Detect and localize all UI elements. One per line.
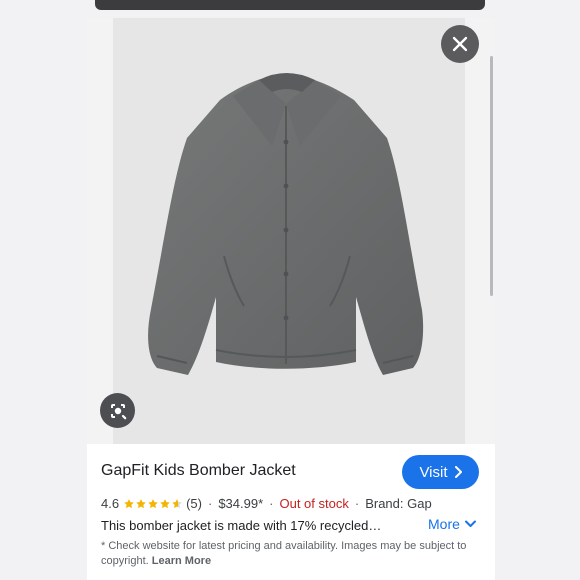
- chevron-down-icon: [464, 520, 476, 527]
- star-icon: [148, 498, 158, 508]
- product-meta-row: 4.6 (5) · $34.99* · Out of stock · Brand…: [101, 496, 432, 511]
- close-icon: [452, 36, 468, 52]
- product-image-area[interactable]: [87, 18, 495, 444]
- lens-search-button[interactable]: [100, 393, 135, 428]
- review-count: (5): [186, 496, 202, 511]
- separator: ·: [207, 496, 213, 511]
- rating-value: 4.6: [101, 496, 120, 511]
- learn-more-link[interactable]: Learn More: [152, 555, 211, 567]
- separator: ·: [354, 496, 360, 511]
- product-description: This bomber jacket is made with 17% recy…: [101, 518, 382, 533]
- lens-search-icon: [110, 403, 126, 419]
- star-icon: [160, 498, 170, 508]
- product-detail-sheet: GapFit Kids Bomber Jacket Visit 4.6 (5) …: [87, 18, 495, 580]
- rating-stars: [123, 498, 183, 510]
- product-preview-page: GapFit Kids Bomber Jacket Visit 4.6 (5) …: [0, 0, 580, 580]
- pricing-disclaimer: * Check website for latest pricing and a…: [101, 539, 481, 569]
- stock-status: Out of stock: [279, 496, 349, 511]
- brand: Brand: Gap: [365, 496, 432, 511]
- more-button[interactable]: More: [428, 516, 476, 532]
- price: $34.99*: [218, 496, 264, 511]
- more-label: More: [428, 516, 460, 532]
- search-bar-edge[interactable]: [95, 0, 485, 10]
- scrollbar[interactable]: [490, 56, 493, 296]
- star-icon: [124, 498, 134, 508]
- jacket-image: [148, 73, 424, 375]
- chevron-right-icon: [454, 466, 462, 478]
- separator: ·: [269, 496, 274, 511]
- visit-button[interactable]: Visit: [402, 455, 479, 489]
- star-icon: [172, 498, 182, 508]
- star-icon: [136, 498, 146, 508]
- visit-label: Visit: [419, 463, 448, 481]
- product-title: GapFit Kids Bomber Jacket: [101, 462, 296, 479]
- close-button[interactable]: [441, 25, 479, 63]
